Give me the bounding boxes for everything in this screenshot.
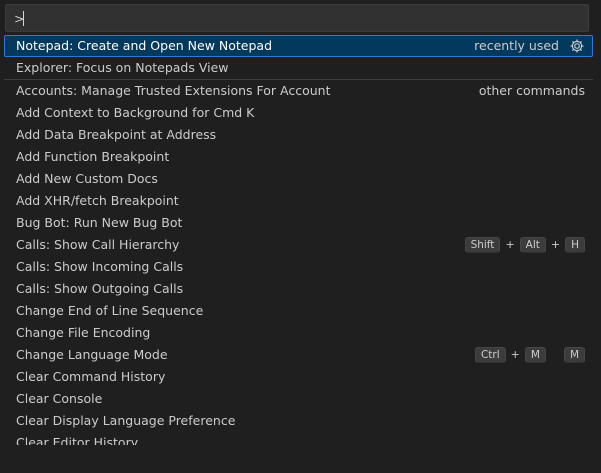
keybinding-key: Alt: [519, 237, 546, 253]
command-item[interactable]: Change File Encoding: [4, 322, 593, 344]
command-label: Notepad: Create and Open New Notepad: [16, 38, 273, 53]
command-label: Clear Display Language Preference: [16, 413, 236, 428]
command-input[interactable]: [6, 5, 588, 31]
group-label: other commands: [478, 83, 585, 98]
keybinding-key: M: [563, 347, 585, 363]
text-caret: [23, 11, 24, 26]
command-item[interactable]: Add Function Breakpoint: [4, 146, 593, 168]
command-meta: recently used: [474, 35, 585, 57]
command-label: Add Context to Background for Cmd K: [16, 105, 255, 120]
command-label: Bug Bot: Run New Bug Bot: [16, 215, 183, 230]
command-label: Change End of Line Sequence: [16, 303, 204, 318]
command-item[interactable]: Add Context to Background for Cmd K: [4, 102, 593, 124]
command-item[interactable]: Calls: Show Outgoing Calls: [4, 278, 593, 300]
palette-bottom-padding: [0, 445, 601, 473]
command-item[interactable]: Calls: Show Call Hierarchy Shift + Alt + H: [4, 234, 593, 256]
keybinding-key: Ctrl: [474, 347, 506, 363]
command-label: Add XHR/fetch Breakpoint: [16, 193, 179, 208]
command-label: Calls: Show Outgoing Calls: [16, 281, 184, 296]
keybinding-key: H: [565, 237, 585, 253]
command-label: Change File Encoding: [16, 325, 151, 340]
command-meta: Ctrl + M M: [474, 344, 585, 366]
command-label: Clear Console: [16, 391, 103, 406]
command-list: Notepad: Create and Open New Notepad rece…: [0, 35, 601, 445]
command-item[interactable]: Clear Editor History: [4, 432, 593, 445]
command-label: Calls: Show Call Hierarchy: [16, 237, 180, 252]
command-item[interactable]: Notepad: Create and Open New Notepad rece…: [4, 35, 593, 57]
gear-icon[interactable]: [569, 38, 585, 54]
command-item[interactable]: Add XHR/fetch Breakpoint: [4, 190, 593, 212]
command-label: Calls: Show Incoming Calls: [16, 259, 184, 274]
command-item[interactable]: Bug Bot: Run New Bug Bot: [4, 212, 593, 234]
command-label: Change Language Mode: [16, 347, 168, 362]
command-item[interactable]: Clear Console: [4, 388, 593, 410]
command-item[interactable]: Add Data Breakpoint at Address: [4, 124, 593, 146]
command-label: Clear Command History: [16, 369, 166, 384]
command-input-box[interactable]: [5, 4, 589, 32]
keybinding-plus: +: [510, 348, 520, 361]
command-meta: Shift + Alt + H: [464, 234, 585, 256]
command-item[interactable]: Clear Command History: [4, 366, 593, 388]
command-item[interactable]: Change Language Mode Ctrl + M M: [4, 344, 593, 366]
command-label: Add Function Breakpoint: [16, 149, 170, 164]
command-item[interactable]: Calls: Show Incoming Calls: [4, 256, 593, 278]
command-item[interactable]: Accounts: Manage Trusted Extensions For …: [4, 80, 593, 102]
command-item[interactable]: Clear Display Language Preference: [4, 410, 593, 432]
command-label: Clear Editor History: [16, 435, 139, 445]
keybinding-plus: +: [505, 238, 515, 251]
command-label: Explorer: Focus on Notepads View: [16, 60, 229, 75]
command-palette: Notepad: Create and Open New Notepad rece…: [0, 0, 601, 473]
command-label: Add New Custom Docs: [16, 171, 158, 186]
command-item[interactable]: Explorer: Focus on Notepads View: [4, 57, 593, 79]
group-label: recently used: [474, 38, 559, 53]
command-meta: other commands: [479, 80, 585, 102]
command-label: Accounts: Manage Trusted Extensions For …: [16, 83, 331, 98]
command-item[interactable]: Add New Custom Docs: [4, 168, 593, 190]
keybinding-plus: +: [550, 238, 561, 251]
command-label: Add Data Breakpoint at Address: [16, 127, 217, 142]
command-item[interactable]: Change End of Line Sequence: [4, 300, 593, 322]
keybinding-key: Shift: [464, 237, 501, 253]
keybinding-key: M: [524, 347, 546, 363]
